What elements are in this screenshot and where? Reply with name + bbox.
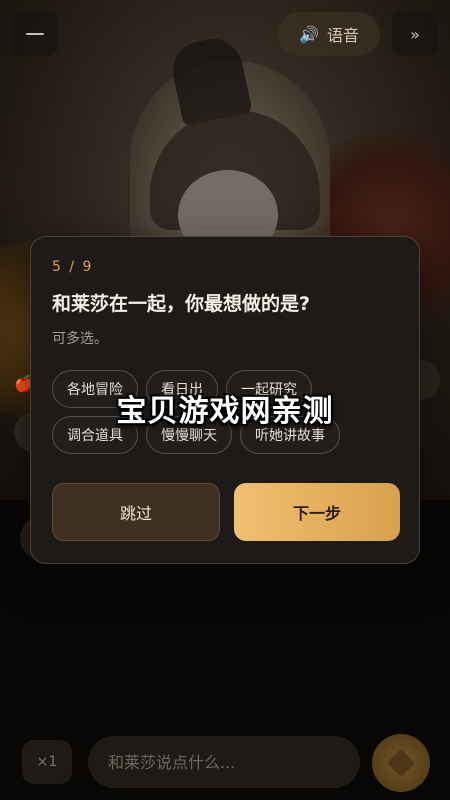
- option-chip[interactable]: 调合道具: [52, 416, 138, 454]
- preference-dialog: 5 / 9 和莱莎在一起，你最想做的是? 可多选。 各地冒险 看日出 一起研究 …: [30, 236, 420, 564]
- multiplier-button[interactable]: ×1: [22, 740, 72, 784]
- option-chip[interactable]: 各地冒险: [52, 370, 138, 408]
- skip-button[interactable]: 跳过: [52, 483, 220, 541]
- next-button[interactable]: 下一步: [234, 483, 400, 541]
- question-hint: 可多选。: [52, 331, 108, 347]
- menu-button[interactable]: [12, 12, 58, 56]
- option-chip[interactable]: 听她讲故事: [240, 416, 340, 454]
- option-chip[interactable]: 看日出: [146, 370, 218, 408]
- dialog-actions: 跳过 下一步: [52, 483, 400, 541]
- fast-forward-icon: »: [410, 24, 420, 44]
- menu-icon: [26, 33, 44, 35]
- chat-input[interactable]: [88, 736, 360, 788]
- option-chip[interactable]: 一起研究: [226, 370, 312, 408]
- voice-button[interactable]: 🔊 语音: [278, 12, 380, 56]
- chat-bar: ×1: [0, 730, 450, 800]
- heart-icon: [386, 748, 416, 778]
- voice-label: 语音: [326, 26, 359, 45]
- speaker-icon: 🔊: [299, 24, 319, 44]
- option-chip[interactable]: 慢慢聊天: [146, 416, 232, 454]
- fast-forward-button[interactable]: »: [392, 12, 438, 56]
- send-button[interactable]: [372, 734, 430, 792]
- question-title: 和莱莎在一起，你最想做的是?: [52, 293, 311, 315]
- step-counter: 5 / 9: [52, 259, 94, 275]
- option-list: 各地冒险 看日出 一起研究 调合道具 慢慢聊天 听她讲故事: [52, 370, 398, 454]
